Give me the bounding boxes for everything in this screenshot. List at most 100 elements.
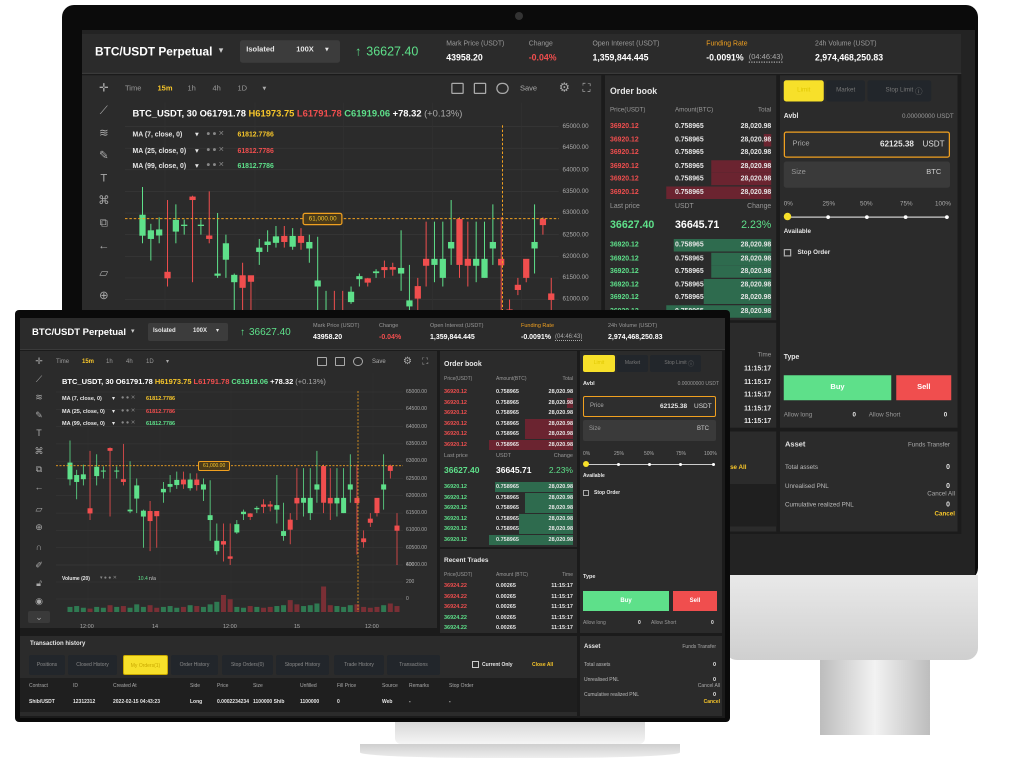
funds-transfer-link[interactable]: Funds Transfer [908, 442, 950, 450]
size-input[interactable]: Size BTC [783, 161, 950, 188]
chevron-down-icon[interactable]: ▾ [195, 146, 199, 155]
chevron-down-icon[interactable]: ▾ [219, 45, 223, 56]
orderbook-row[interactable]: 36920.12 0.758965 28,020.98 [605, 265, 776, 278]
size-input[interactable]: Size BTC [583, 420, 716, 441]
orderbook-row[interactable]: 36920.12 0.758965 28,020.98 [440, 482, 577, 492]
history-tab[interactable]: Transactions [387, 655, 440, 675]
pair-selector[interactable]: BTC/USDT Perpetual [95, 45, 212, 59]
orderbook-row[interactable]: 36920.12 0.758965 28,020.98 [605, 239, 776, 252]
asset-row-value: 0 [712, 692, 716, 698]
margin-leverage-select[interactable]: Isolated 100X ▾ [148, 323, 228, 341]
order-type-tab-limit[interactable]: Limit [583, 355, 615, 372]
chevron-down-icon[interactable]: ▾ [131, 327, 135, 335]
close-all-button[interactable]: Close All [532, 662, 553, 668]
orderbook-row[interactable]: 36920.12 0.758965 28,020.98 [440, 397, 577, 408]
orderbook-row[interactable]: 36920.12 0.758965 28,020.98 [440, 387, 577, 397]
candle-body [197, 224, 205, 226]
order-type-tab-market[interactable]: Market [617, 355, 648, 372]
indicator-visibility-icons[interactable]: ● ● ✕ [206, 130, 224, 138]
info-icon[interactable]: ⓘ [915, 85, 923, 97]
price-label: Price [590, 403, 604, 409]
candle-body [334, 497, 340, 504]
orderbook-row[interactable]: 36920.12 0.758965 28,020.98 [605, 252, 776, 265]
funds-transfer-link[interactable]: Funds Transfer [682, 644, 716, 650]
volume-bar [381, 605, 387, 612]
chevron-down-icon[interactable]: ▾ [195, 162, 199, 171]
total: 28,020.98 [740, 241, 772, 250]
sell-button[interactable]: Sell [896, 375, 952, 401]
cancel-button[interactable]: Cancel [704, 699, 720, 705]
indicator-value: 61812.7786 [237, 147, 274, 155]
price-input[interactable]: Price 62125.38 USDT [583, 396, 716, 417]
price: 36924.22 [444, 583, 467, 589]
indicator-visibility-icons[interactable]: ● ● ✕ [121, 420, 135, 426]
candle-body [107, 448, 113, 451]
orderbook-row[interactable]: 36920.12 0.758965 28,020.98 [440, 429, 577, 439]
cancel-button[interactable]: Cancel [934, 510, 955, 518]
price: 36924.22 [444, 614, 467, 621]
volume-controls-icons[interactable]: ▾ ● ● ✕ [100, 575, 117, 581]
order-book: Order book Price(USDT) Amount(BTC) Total 369… [440, 351, 577, 547]
stop-order-checkbox[interactable] [583, 490, 589, 496]
percent-label: 25% [822, 200, 836, 208]
order-type-tab-market[interactable]: Market [826, 80, 865, 102]
orderbook-row[interactable]: 36920.12 0.758965 28,020.98 [440, 492, 577, 503]
info-icon[interactable]: ⓘ [688, 359, 694, 368]
indicator-visibility-icons[interactable]: ● ● ✕ [121, 395, 135, 401]
margin-leverage-select[interactable]: Isolated 100X ▾ [240, 40, 340, 63]
column-header: Total [562, 376, 573, 382]
orderbook-row[interactable]: 36920.12 0.758965 28,020.98 [605, 291, 776, 304]
orderbook-row[interactable]: 36920.12 0.758965 28,020.98 [440, 408, 577, 418]
orderbook-row[interactable]: 36920.12 0.758965 28,020.98 [605, 278, 776, 291]
orderbook-row[interactable]: 36920.12 0.758965 28,020.98 [605, 185, 776, 199]
candle-body [356, 276, 363, 280]
sell-button[interactable]: Sell [673, 591, 717, 611]
size-unit: BTC [926, 169, 942, 177]
pair-selector[interactable]: BTC/USDT Perpetual [32, 327, 126, 338]
history-tab[interactable]: Order History [171, 655, 218, 675]
chevron-down-icon[interactable]: ▾ [195, 130, 199, 140]
orderbook-row[interactable]: 36920.12 0.758965 28,020.98 [440, 418, 577, 429]
slider-handle[interactable] [583, 461, 589, 467]
back-monitor-stand [820, 660, 930, 735]
history-tab[interactable]: Stopped History [276, 655, 329, 675]
indicator-visibility-icons[interactable]: ● ● ✕ [206, 146, 224, 154]
volume-bar [207, 604, 213, 612]
buy-button[interactable]: Buy [583, 591, 669, 611]
history-tab[interactable]: Trade History [334, 655, 384, 675]
indicator-visibility-icons[interactable]: ● ● ✕ [206, 162, 224, 170]
orderbook-row[interactable]: 36920.12 0.758965 28,020.98 [605, 159, 776, 173]
order-type-tab-limit[interactable]: Limit [783, 80, 824, 102]
volume-tick: 200 [406, 579, 415, 585]
orderbook-row[interactable]: 36920.12 0.758965 28,020.98 [440, 534, 577, 545]
volume-bar [281, 605, 287, 612]
candle-body [539, 218, 547, 226]
slider-handle[interactable] [783, 212, 792, 221]
orderbook-row[interactable]: 36920.12 0.758965 28,020.98 [605, 133, 776, 146]
orderbook-row[interactable]: 36920.12 0.758965 28,020.98 [440, 503, 577, 513]
current-only-checkbox[interactable] [472, 661, 479, 668]
price-input[interactable]: Price 62125.38 USDT [783, 131, 950, 158]
buy-button[interactable]: Buy [783, 375, 892, 401]
indicator-visibility-icons[interactable]: ● ● ✕ [121, 408, 135, 414]
orderbook-row[interactable]: 36920.12 0.758965 28,020.98 [440, 439, 577, 450]
history-tab[interactable]: Positions [29, 655, 65, 675]
history-tab[interactable]: Stop Orders(0) [222, 655, 273, 675]
candlestick-chart[interactable] [20, 351, 437, 628]
orderbook-row[interactable]: 36920.12 0.758965 28,020.98 [440, 524, 577, 534]
stop-order-checkbox[interactable] [783, 249, 792, 257]
orderbook-row[interactable]: 36920.12 0.758965 28,020.98 [605, 147, 776, 160]
chevron-down-icon[interactable]: ▾ [112, 408, 115, 415]
orderbook-row[interactable]: 36920.12 0.758965 28,020.98 [605, 120, 776, 133]
chevron-down-icon[interactable]: ▾ [112, 420, 115, 427]
orderbook-row[interactable]: 36920.12 0.758965 28,020.98 [440, 513, 577, 524]
orderbook-row[interactable]: 36920.12 0.758965 28,020.98 [605, 172, 776, 186]
ohlc-chg: +78.32 [270, 377, 294, 386]
table-header: Side [190, 683, 201, 689]
history-tab[interactable]: Closed History [68, 655, 117, 675]
chevron-down-icon[interactable]: ▾ [112, 395, 115, 402]
volume-bar [140, 606, 146, 612]
price: 36920.12 [444, 484, 467, 490]
history-tab[interactable]: My Orders(1) [123, 655, 168, 675]
ohlc-h: H61973.75 [154, 377, 192, 386]
